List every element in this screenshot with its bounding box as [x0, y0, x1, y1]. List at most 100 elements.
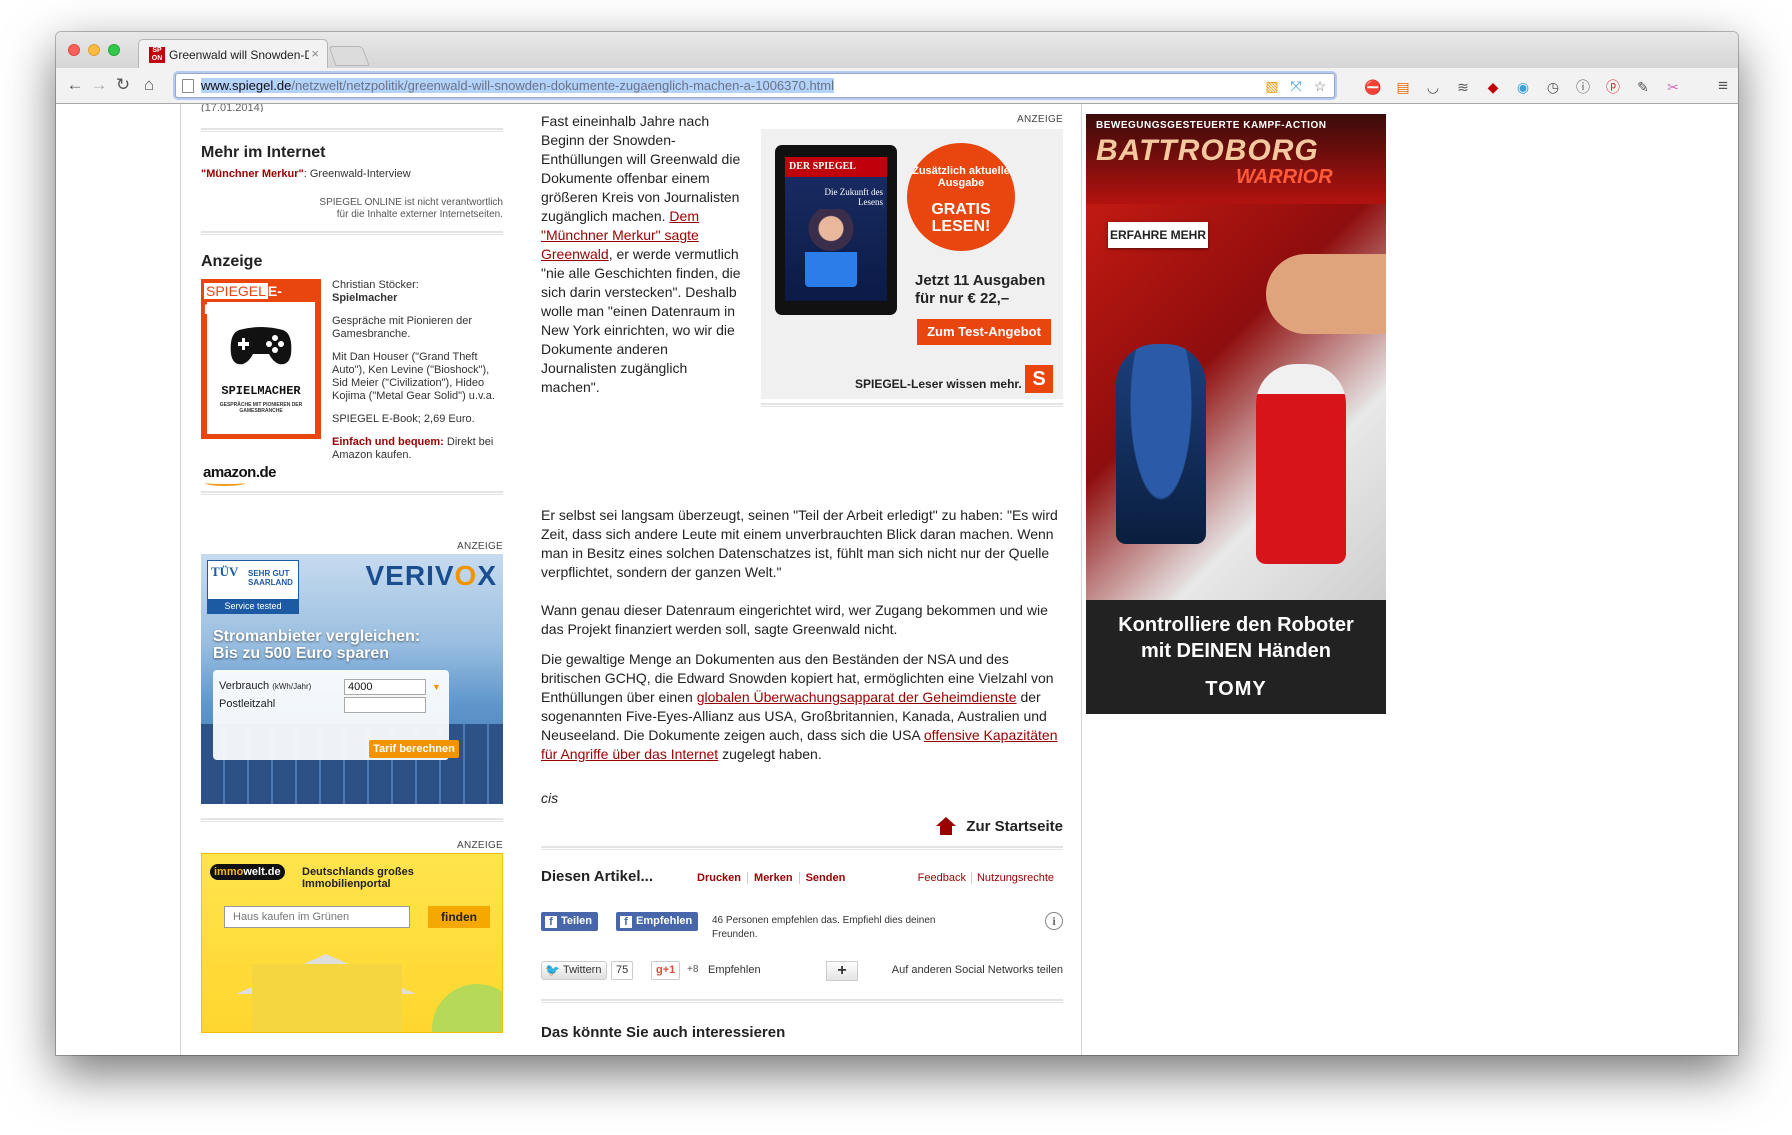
info-icon[interactable]: i: [1045, 912, 1063, 930]
home-icon[interactable]: ⌂: [138, 74, 160, 96]
slogan-line-1: Kontrolliere den Roboter: [1118, 614, 1354, 636]
magazine-masthead: DER SPIEGEL: [785, 157, 887, 177]
url-text[interactable]: www.spiegel.de/netzwelt/netzpolitik/gree…: [201, 78, 835, 93]
translate-icon[interactable]: ⤧: [1288, 78, 1304, 94]
other-networks-text[interactable]: Auf anderen Social Networks teilen: [892, 964, 1063, 976]
adblock-icon[interactable]: ⛔: [1362, 77, 1384, 97]
extension-badge-icon[interactable]: ◉: [1512, 77, 1534, 97]
dropdown-arrow-icon[interactable]: ▼: [432, 682, 441, 692]
tab-close-icon[interactable]: ×: [311, 46, 319, 61]
test-offer-button[interactable]: Zum Test-Angebot: [917, 319, 1051, 345]
immo-ad-block: ANZEIGE immowelt.de Deutschlands großes …: [201, 840, 503, 1033]
immowelt-find-button[interactable]: finden: [428, 906, 490, 928]
browser-tab[interactable]: SP ON Greenwald will Snowden-D ×: [138, 39, 328, 68]
car-icon[interactable]: ◆: [1482, 77, 1504, 97]
battroborg-header: BEWEGUNGSGESTEUERTE KAMPF-ACTION BATTROB…: [1086, 114, 1386, 204]
spiegel-subscription-ad[interactable]: DER SPIEGEL Die Zukunft des Lesens Zusät…: [761, 129, 1063, 399]
external-link-text[interactable]: : Greenwald-Interview: [304, 168, 411, 180]
p4-text-c: zugelegt haben.: [718, 746, 822, 762]
twitter-button[interactable]: 🐦 Twittern: [541, 961, 608, 980]
facebook-like-button[interactable]: f Empfehlen: [616, 912, 699, 931]
external-link[interactable]: "Münchner Merkur": Greenwald-Interview: [201, 168, 503, 181]
info-circle-icon[interactable]: ⓘ: [1572, 77, 1594, 97]
slogan-line-2: mit DEINEN Händen: [1140, 640, 1332, 662]
send-link[interactable]: Senden: [800, 872, 852, 884]
divider: [201, 231, 503, 235]
battroborg-kicker: BEWEGUNGSGESTEUERTE KAMPF-ACTION: [1096, 120, 1327, 131]
new-tab-button[interactable]: [328, 46, 370, 66]
reload-icon[interactable]: ↻: [112, 74, 134, 96]
bookmark-star-icon[interactable]: ☆: [1312, 78, 1328, 94]
tab-strip: SP ON Greenwald will Snowden-D ×: [56, 32, 1738, 68]
left-sidebar: (17.01.2014) Mehr im Internet "Münchner …: [201, 104, 503, 1033]
ebook-cover[interactable]: SPIEGELE-BOOK SPIELMACHER GESPRÄCHE MIT …: [201, 279, 321, 439]
amazon-logo[interactable]: amazon.de: [203, 464, 277, 486]
facebook-icon: f: [545, 915, 557, 928]
window-close-button[interactable]: [68, 44, 80, 56]
tablet-image: DER SPIEGEL Die Zukunft des Lesens: [775, 145, 897, 315]
external-link-source[interactable]: "Münchner Merkur": [201, 168, 304, 180]
ebook-description: Christian Stöcker: Spielmacher Gespräche…: [332, 279, 504, 462]
pocket-icon[interactable]: ◡: [1422, 77, 1444, 97]
cover-figure-image: [805, 209, 857, 287]
divider: [761, 403, 1063, 407]
rss-icon[interactable]: ▧: [1264, 78, 1280, 94]
save-link[interactable]: Merken: [748, 872, 800, 884]
facebook-share-button[interactable]: f Teilen: [541, 912, 598, 931]
window-zoom-button[interactable]: [108, 44, 120, 56]
divider: [201, 818, 503, 822]
gratis-badge: Zusätzlich aktuelle Ausgabe GRATIS LESEN…: [907, 143, 1015, 251]
article-paragraph-2: Er selbst sei langsam überzeugt, seinen …: [541, 507, 1058, 580]
ebook-title[interactable]: Spielmacher: [332, 292, 504, 305]
history-icon[interactable]: ◷: [1542, 77, 1564, 97]
immowelt-ad[interactable]: immowelt.de Deutschlands großes Immobili…: [201, 853, 503, 1033]
zur-startseite-link[interactable]: Zur Startseite: [936, 817, 1063, 835]
verivox-headline-2: Bis zu 500 Euro sparen: [213, 645, 390, 662]
usage-label: Verbrauch (kWh/Jahr): [219, 680, 311, 692]
zip-input[interactable]: [344, 697, 426, 713]
twitter-label: Twittern: [562, 964, 602, 976]
ad-label: ANZEIGE: [1017, 114, 1063, 125]
more-networks-plus-button[interactable]: +: [826, 961, 858, 981]
ebook-cta-bold[interactable]: Einfach und bequem:: [332, 436, 444, 448]
tuv-seal-name: TÜV: [211, 564, 239, 579]
buffer-stack-icon[interactable]: ≋: [1452, 77, 1474, 97]
window-minimize-button[interactable]: [88, 44, 100, 56]
back-arrow-icon[interactable]: ←: [64, 74, 86, 96]
pinterest-icon[interactable]: ⓟ: [1602, 77, 1624, 97]
immowelt-tagline: Deutschlands großes Immobilienportal: [302, 866, 414, 890]
divider: [541, 846, 1063, 850]
immowelt-logo-a: immo: [214, 866, 244, 878]
ebook-cover-header: SPIEGELE-BOOK: [204, 282, 318, 317]
verivox-ad[interactable]: TÜV SEHR GUT SAARLAND Service tested VERI…: [201, 554, 503, 804]
p4-link-1[interactable]: globalen Überwachungsapparat der Geheimd…: [697, 689, 1017, 705]
ebook-cover-subtitle: GESPRÄCHE MIT PIONIEREN DER GAMESBRANCHE: [219, 402, 303, 414]
hand-image: [1266, 254, 1386, 334]
scissors-icon[interactable]: ✂: [1662, 77, 1684, 97]
tarif-berechnen-button[interactable]: Tarif berechnen: [369, 740, 459, 758]
address-bar[interactable]: www.spiegel.de/netzwelt/netzpolitik/gree…: [175, 73, 1335, 98]
print-link[interactable]: Drucken: [691, 872, 749, 884]
facebook-icon: f: [620, 915, 632, 928]
usage-input[interactable]: 4000: [344, 679, 426, 695]
ebook-cta[interactable]: Einfach und bequem: Direkt bei Amazon ka…: [332, 436, 504, 462]
anzeige-title: Anzeige: [201, 253, 263, 270]
feedback-link[interactable]: Feedback: [913, 872, 972, 884]
ebook-cover-inner: SPIELMACHER GESPRÄCHE MIT PIONIEREN DER …: [207, 302, 315, 434]
browser-menu-icon[interactable]: ≡: [1718, 76, 1728, 96]
extension-new-icon[interactable]: ▤: [1392, 77, 1414, 97]
verivox-logo-b: X: [477, 560, 497, 591]
erfahre-mehr-button[interactable]: ERFAHRE MEHR: [1108, 222, 1208, 248]
facebook-like-label: Empfehlen: [636, 915, 693, 927]
offer-line-2: für nur € 22,–: [915, 290, 1010, 307]
pin-tool-icon[interactable]: ✎: [1632, 77, 1654, 97]
url-domain: www.spiegel.de: [201, 78, 292, 93]
usage-rights-link[interactable]: Nutzungsrechte: [972, 872, 1059, 884]
ebook-with: Mit Dan Houser ("Grand Theft Auto"), Ken…: [332, 351, 495, 402]
battroborg-footer: Kontrolliere den Roboter mit DEINEN Händ…: [1086, 600, 1386, 714]
forward-arrow-icon[interactable]: →: [88, 74, 110, 96]
battroborg-ad[interactable]: BEWEGUNGSGESTEUERTE KAMPF-ACTION BATTROB…: [1086, 114, 1386, 714]
google-plus-button[interactable]: g+1: [651, 961, 681, 980]
immowelt-search-input[interactable]: Haus kaufen im Grünen: [224, 906, 410, 928]
verivox-logo-o: O: [454, 560, 478, 591]
